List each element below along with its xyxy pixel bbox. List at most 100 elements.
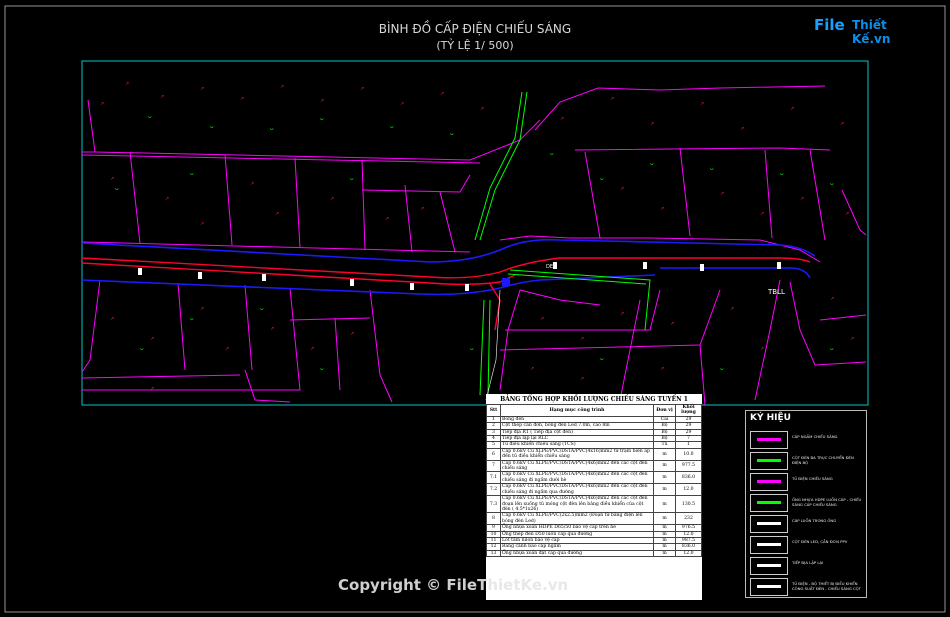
- table-cell: m: [653, 512, 676, 526]
- table-cell: 10.0: [675, 447, 702, 461]
- svg-text:↗: ↗: [350, 331, 354, 337]
- svg-text:↗: ↗: [650, 121, 654, 127]
- svg-text:↗: ↗: [670, 321, 674, 327]
- table-cell: Cáp 0.6kV Cu XLPE/PVC(2x2.5)mm2 (Đoạn từ…: [500, 512, 654, 526]
- svg-text:↗: ↗: [200, 86, 204, 92]
- svg-text:↗: ↗: [250, 181, 254, 187]
- svg-text:↗: ↗: [100, 101, 104, 107]
- table-cell: Ống nhựa xoắn đặt cáp qua đường: [500, 549, 654, 558]
- svg-text:↗: ↗: [620, 186, 624, 192]
- svg-text:ᴗ: ᴗ: [550, 150, 554, 157]
- svg-text:ᴗ: ᴗ: [210, 123, 214, 130]
- svg-text:ᴗ: ᴗ: [780, 170, 784, 177]
- table-cell: 12.0: [675, 549, 702, 558]
- svg-text:↗: ↗: [540, 316, 544, 322]
- drawing-title: BÌNH ĐỒ CẤP ĐIỆN CHIẾU SÁNG: [378, 22, 572, 36]
- svg-text:ᴗ: ᴗ: [470, 345, 474, 352]
- svg-text:ᴗ: ᴗ: [260, 305, 264, 312]
- table-cell: m: [653, 459, 676, 473]
- svg-text:↗: ↗: [440, 91, 444, 97]
- svg-text:ᴗ: ᴗ: [600, 175, 604, 182]
- table-header-row: Stt Hạng mục công trình Đơn vị Khối lượn…: [486, 404, 702, 417]
- legend-item: TỦ ĐIỆN CHIẾU SÁNG: [750, 471, 864, 491]
- table-cell: 232: [675, 512, 702, 526]
- svg-text:ᴗ: ᴗ: [600, 355, 604, 362]
- legend-label: TIẾP ĐỊA LẶP LẠI: [792, 560, 824, 565]
- svg-text:↗: ↗: [270, 326, 274, 332]
- legend-item: CÁP LUỒN TRONG ỐNG: [750, 513, 864, 533]
- svg-text:↗: ↗: [800, 196, 804, 202]
- land-parcels: [81, 85, 867, 406]
- svg-text:↗: ↗: [700, 101, 704, 107]
- legend-label: ỐNG NHỰA HDPE LUỒN CÁP - CHIẾU SÁNG CÁP …: [792, 497, 862, 507]
- svg-text:↗: ↗: [850, 336, 854, 342]
- table-cell: m: [653, 471, 676, 485]
- quantity-table: BẢNG TỔNG HỢP KHỐI LƯỢNG CHIẾU SÁNG TUYẾ…: [486, 394, 702, 600]
- svg-text:ᴗ: ᴗ: [190, 315, 194, 322]
- svg-text:↗: ↗: [830, 296, 834, 302]
- svg-text:ᴗ: ᴗ: [320, 365, 324, 372]
- table-cell: 7.3: [486, 495, 501, 514]
- svg-text:ᴗ: ᴗ: [350, 175, 354, 182]
- road-edges: [81, 238, 816, 296]
- svg-text:↗: ↗: [320, 98, 324, 104]
- table-cell: Cáp 0.6kV Cu XLPE/PVC/DSTA/PVC(4x6)mm2 đ…: [500, 483, 654, 497]
- svg-text:ᴗ: ᴗ: [190, 170, 194, 177]
- table-cell: 7.1: [486, 471, 501, 485]
- svg-text:↗: ↗: [740, 126, 744, 132]
- svg-text:↗: ↗: [730, 306, 734, 312]
- table-row: 8 Cáp 0.6kV Cu XLPE/PVC(2x2.5)mm2 (Đoạn t…: [486, 512, 702, 526]
- table-cell: 8: [486, 512, 501, 526]
- drawing-scale: (TỶ LỆ 1/ 500): [436, 39, 514, 52]
- table-cell: Cáp 0.6kV Cu XLPE/PVC/DSTA/PVC(4x6)mm2 đ…: [500, 471, 654, 485]
- svg-text:↗: ↗: [150, 336, 154, 342]
- svg-text:ᴗ: ᴗ: [140, 345, 144, 352]
- svg-text:ᴗ: ᴗ: [115, 185, 119, 192]
- svg-text:↗: ↗: [840, 121, 844, 127]
- legend-label: TỦ ĐIỆN CHIẾU SÁNG: [792, 476, 833, 481]
- table-cell: m: [653, 495, 676, 514]
- site-logo: File Thiết Kế.vn: [814, 14, 922, 46]
- legend-panel: KÝ HIỆU CÁP NGẦM CHIẾU SÁNG CỘT ĐÈN BA TR…: [745, 410, 867, 598]
- legend-label: TỦ ĐIỆN - BỘ THIẾT BỊ ĐIỀU KHIỂN CÔNG SU…: [792, 581, 861, 591]
- svg-text:↗: ↗: [660, 366, 664, 372]
- svg-text:↗: ↗: [580, 376, 584, 382]
- legend-symbol-icon: [750, 557, 788, 575]
- legend-symbol-icon: [750, 515, 788, 533]
- svg-text:↗: ↗: [610, 96, 614, 102]
- legend-item: CỘT ĐÈN LED, CẦN ĐƠN PPV: [750, 534, 864, 554]
- svg-text:↗: ↗: [845, 211, 849, 217]
- legend-item: ỐNG NHỰA HDPE LUỒN CÁP - CHIẾU SÁNG CÁP …: [750, 492, 864, 512]
- table-cell: 977.5: [675, 459, 702, 473]
- svg-text:↗: ↗: [620, 311, 624, 317]
- svg-text:↗: ↗: [560, 116, 564, 122]
- legend-symbol-icon: [750, 452, 788, 470]
- svg-text:↗: ↗: [660, 206, 664, 212]
- table-cell: 130.5: [675, 495, 702, 514]
- table-cell: 836.0: [675, 471, 702, 485]
- svg-text:ᴗ: ᴗ: [390, 123, 394, 130]
- table-row: 6 Cáp 0.6kV Cu XLPE/PVC/DSTA/PVC(4x16)mm2…: [486, 447, 702, 461]
- svg-text:ᴗ: ᴗ: [650, 160, 654, 167]
- logo-rest-text: Thiết Kế.vn: [852, 18, 891, 46]
- svg-text:↗: ↗: [760, 211, 764, 217]
- svg-text:↗: ↗: [280, 84, 284, 90]
- viewport-frame: [81, 60, 869, 406]
- label-de1: DE1: [546, 264, 556, 270]
- legend-symbol-icon: [750, 494, 788, 512]
- table-cell: 7.2: [486, 483, 501, 497]
- table-header: Stt: [486, 404, 501, 417]
- legend-symbol-icon: [750, 578, 788, 596]
- table-cell: m: [653, 549, 676, 558]
- legend-label: CÁP NGẦM CHIẾU SÁNG: [792, 434, 838, 439]
- svg-text:↗: ↗: [160, 94, 164, 100]
- legend-symbol-icon: [750, 473, 788, 491]
- svg-text:ᴗ: ᴗ: [450, 130, 454, 137]
- table-header: Hạng mục công trình: [500, 404, 654, 417]
- legend-item: TỦ ĐIỆN - BỘ THIẾT BỊ ĐIỀU KHIỂN CÔNG SU…: [750, 576, 864, 596]
- svg-text:ᴗ: ᴗ: [270, 125, 274, 132]
- svg-text:ᴗ: ᴗ: [710, 165, 714, 172]
- svg-text:↗: ↗: [110, 316, 114, 322]
- svg-text:↗: ↗: [580, 336, 584, 342]
- logo-file-text: File: [814, 16, 845, 34]
